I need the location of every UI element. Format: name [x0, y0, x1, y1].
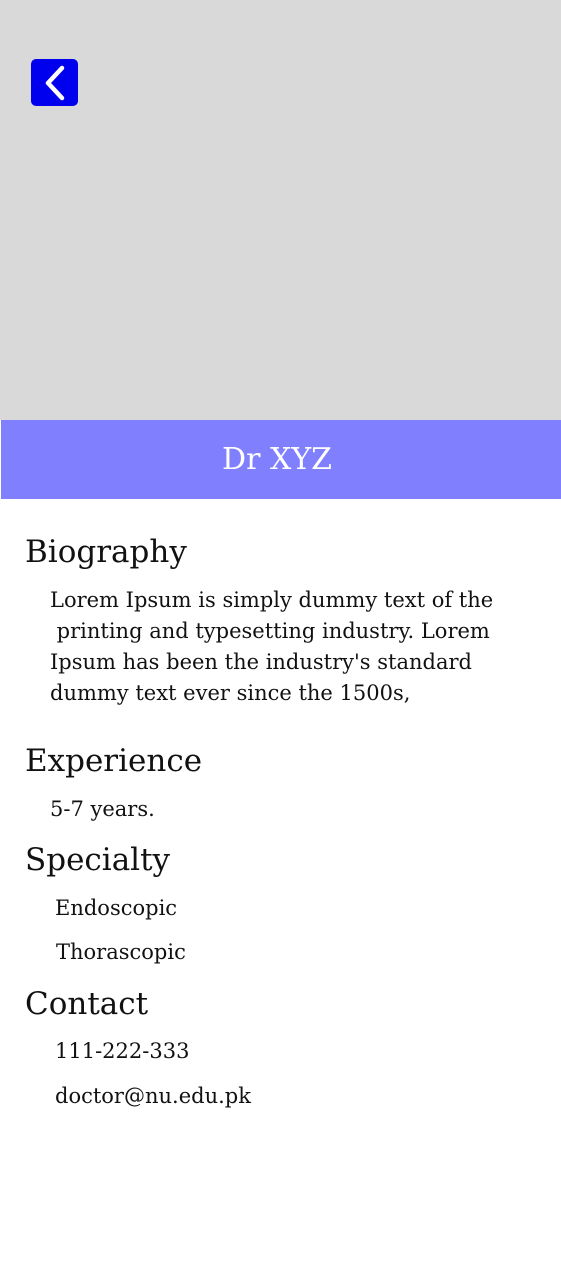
biography-line-1: Lorem Ipsum is simply dummy text of the: [50, 588, 494, 612]
doctor-name: Dr XYZ: [222, 442, 332, 477]
specialty-item-endoscopic: Endoscopic: [55, 896, 178, 920]
contact-phone[interactable]: 111-222-333: [55, 1041, 189, 1062]
biography-heading: Biography: [25, 534, 187, 570]
profile-photo-area: [0, 0, 561, 420]
contact-email[interactable]: doctor@nu.edu.pk: [55, 1086, 251, 1107]
experience-value: 5-7 years.: [50, 797, 155, 821]
back-button[interactable]: [31, 59, 78, 106]
experience-heading: Experience: [25, 743, 203, 779]
contact-heading: Contact: [25, 986, 149, 1022]
biography-line-4: dummy text ever since the 1500s,: [50, 681, 411, 705]
chevron-left-icon: [45, 65, 64, 100]
specialty-item-thorascopic: Thorascopic: [56, 940, 186, 964]
biography-line-2: printing and typesetting industry. Lorem: [50, 619, 490, 643]
specialty-heading: Specialty: [25, 842, 171, 878]
doctor-name-bar: Dr XYZ: [1, 420, 561, 499]
biography-line-3: Ipsum has been the industry's standard: [50, 650, 472, 674]
